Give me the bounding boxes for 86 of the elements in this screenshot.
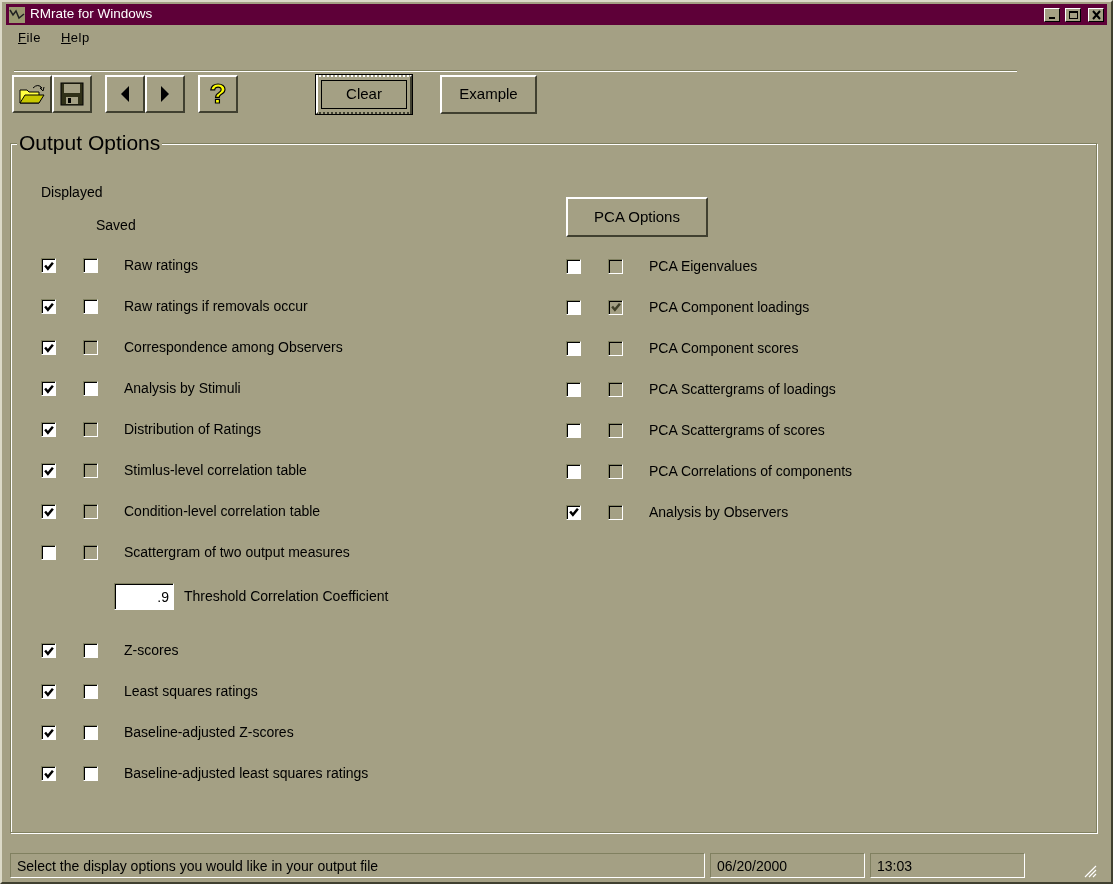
checkbox[interactable] xyxy=(83,766,98,781)
checkmark-icon xyxy=(568,507,579,517)
option-label: Scattergram of two output measures xyxy=(124,543,350,562)
right-arrow-icon xyxy=(160,86,170,102)
action-button[interactable]: Example xyxy=(440,74,537,114)
checkbox[interactable] xyxy=(41,545,56,560)
maximize-button[interactable] xyxy=(1065,7,1081,22)
minimize-button[interactable] xyxy=(1044,7,1060,22)
checkbox[interactable] xyxy=(41,340,56,355)
minimize-icon xyxy=(1049,16,1055,19)
checkmark-icon xyxy=(43,424,54,435)
option-label: PCA Scattergrams of loadings xyxy=(649,379,836,399)
option-label: PCA Scattergrams of scores xyxy=(649,420,825,440)
checkmark-icon xyxy=(43,301,54,312)
option-label: Raw ratings if removals occur xyxy=(124,297,308,316)
checkmark-icon xyxy=(43,465,54,476)
window-title: RMrate for Windows xyxy=(30,5,153,24)
option-label: Distribution of Ratings xyxy=(124,420,261,439)
status-time: 13:03 xyxy=(870,853,1025,878)
threshold-field[interactable]: .9 xyxy=(114,583,174,610)
back-button[interactable] xyxy=(105,75,145,113)
save-button[interactable] xyxy=(52,75,92,113)
checkmark-icon xyxy=(43,686,54,697)
option-label: Baseline-adjusted least squares ratings xyxy=(124,764,369,783)
checkbox[interactable] xyxy=(566,422,581,438)
option-label: Baseline-adjusted Z-scores xyxy=(124,723,294,742)
left-arrow-icon xyxy=(120,86,130,102)
option-label: Least squares ratings xyxy=(124,682,258,701)
checkbox[interactable] xyxy=(566,463,581,479)
option-label: PCA Eigenvalues xyxy=(649,256,758,276)
checkmark-icon xyxy=(43,383,54,394)
checkbox[interactable] xyxy=(566,340,581,356)
column-header: Saved xyxy=(96,215,136,235)
option-label: Z-scores xyxy=(124,641,179,660)
open-button[interactable] xyxy=(12,75,52,113)
checkbox[interactable] xyxy=(41,766,56,781)
option-label: Condition-level correlation table xyxy=(124,502,321,521)
close-button[interactable] xyxy=(1088,7,1104,22)
maximize-icon xyxy=(1067,9,1079,20)
pca-options-button[interactable]: PCA Options xyxy=(566,197,708,237)
option-label: PCA Component loadings xyxy=(649,297,810,317)
checkbox[interactable] xyxy=(566,381,581,397)
checkbox[interactable] xyxy=(83,258,98,273)
option-label: Correspondence among Observers xyxy=(124,338,343,357)
folder-icon xyxy=(19,83,45,105)
checkbox[interactable] xyxy=(566,299,581,315)
checkbox[interactable] xyxy=(83,299,98,314)
checkmark-icon xyxy=(43,506,54,517)
checkmark-icon xyxy=(43,260,54,271)
status-date: 06/20/2000 xyxy=(710,853,865,878)
forward-button[interactable] xyxy=(145,75,185,113)
option-label: Analysis by Observers xyxy=(649,502,789,522)
checkbox[interactable] xyxy=(83,725,98,740)
checkmark-icon xyxy=(43,768,54,779)
checkmark-icon xyxy=(610,302,621,312)
checkbox[interactable] xyxy=(41,299,56,314)
checkbox[interactable] xyxy=(83,643,98,658)
checkbox[interactable] xyxy=(41,504,56,519)
menu-item[interactable]: Help xyxy=(60,28,90,50)
column-header: Displayed xyxy=(41,182,103,202)
checkbox[interactable] xyxy=(41,684,56,699)
checkmark-icon xyxy=(43,342,54,353)
checkbox[interactable] xyxy=(83,684,98,699)
option-label: Analysis by Stimuli xyxy=(124,379,241,398)
checkbox[interactable] xyxy=(41,725,56,740)
menu-item[interactable]: File xyxy=(18,28,41,50)
resize-grip-icon[interactable] xyxy=(1084,865,1097,878)
close-icon xyxy=(1090,9,1102,20)
option-label: Raw ratings xyxy=(124,256,198,275)
checkbox[interactable] xyxy=(41,381,56,396)
checkbox[interactable] xyxy=(83,381,98,396)
checkmark-icon xyxy=(43,727,54,738)
field-label: Threshold Correlation Coefficient xyxy=(184,587,389,606)
checkbox[interactable] xyxy=(566,258,581,274)
checkbox[interactable] xyxy=(41,258,56,273)
checkbox[interactable] xyxy=(41,643,56,658)
option-label: Stimlus-level correlation table xyxy=(124,461,307,480)
status-message: Select the display options you would like in your output file xyxy=(10,853,705,878)
checkmark-icon xyxy=(43,645,54,656)
checkbox[interactable] xyxy=(41,463,56,478)
app-icon xyxy=(9,6,25,23)
action-button[interactable]: Clear xyxy=(316,74,412,114)
option-label: PCA Correlations of components xyxy=(649,461,853,481)
checkbox[interactable] xyxy=(566,504,581,520)
checkbox[interactable] xyxy=(41,422,56,437)
option-label: PCA Component scores xyxy=(649,338,799,358)
